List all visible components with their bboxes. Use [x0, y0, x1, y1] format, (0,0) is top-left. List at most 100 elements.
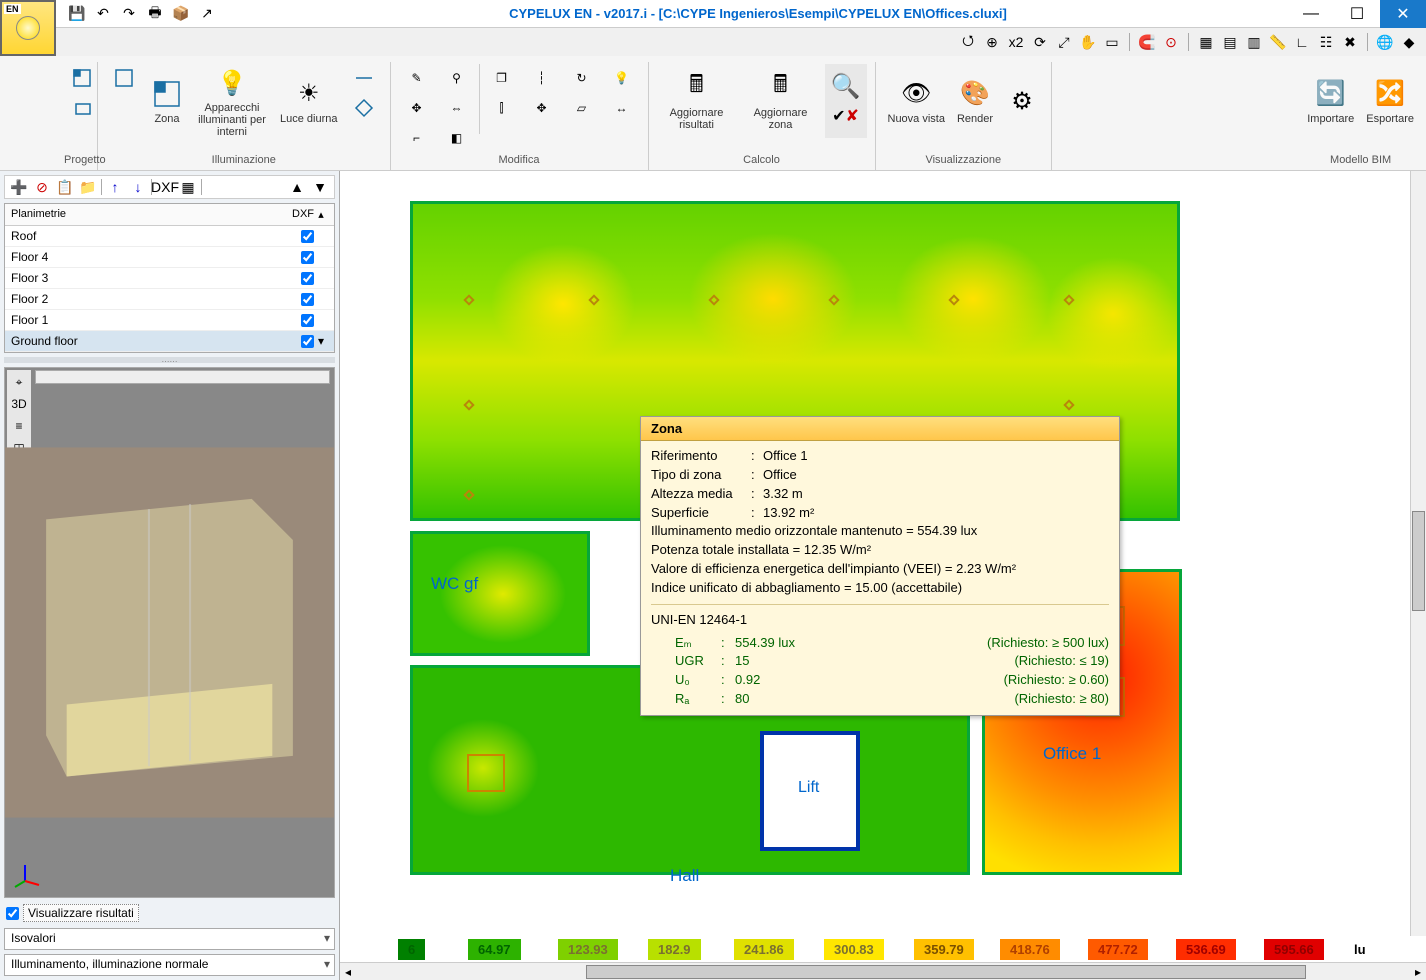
project-full-icon[interactable]: [64, 64, 100, 92]
plan-canvas[interactable]: Dining room WC gf: [340, 171, 1426, 962]
apparecchi-button[interactable]: 💡 Apparecchi illuminanti per interni: [192, 64, 272, 140]
add-icon[interactable]: ➕: [9, 177, 29, 197]
info-icon[interactable]: ◆: [1398, 31, 1420, 53]
group-progetto: Progetto: [64, 152, 89, 168]
planimetrie-row[interactable]: Floor 3: [5, 268, 334, 289]
combo-illuminamento[interactable]: Illuminamento, illuminazione normale: [4, 954, 335, 976]
target-icon[interactable]: ⊕: [981, 31, 1003, 53]
close-button[interactable]: ✕: [1380, 0, 1426, 28]
luce-diurna-button[interactable]: ☀ Luce diurna: [276, 64, 342, 138]
refresh-icon[interactable]: ⟳: [1029, 31, 1051, 53]
zone-lift: Lift: [798, 779, 819, 797]
combo-isovalori[interactable]: Isovalori: [4, 928, 335, 950]
delete-icon[interactable]: ⊘: [32, 177, 52, 197]
app-icon[interactable]: [0, 0, 56, 56]
move4-icon[interactable]: ✥: [524, 94, 560, 122]
project-view-icon[interactable]: [64, 94, 100, 122]
tools-icon[interactable]: ✖: [1339, 31, 1361, 53]
bulb-small-icon[interactable]: 💡: [604, 64, 640, 92]
collapse-up-icon[interactable]: ▲: [287, 177, 307, 197]
stretch-icon[interactable]: ⇔: [439, 94, 475, 122]
project-empty-icon[interactable]: [106, 64, 142, 92]
tooltip-title: Zona: [641, 417, 1119, 441]
pencil-icon[interactable]: ✎: [399, 64, 435, 92]
line-icon[interactable]: [346, 64, 382, 92]
zona-button[interactable]: Zona: [146, 64, 188, 138]
settings-button[interactable]: ⚙: [1001, 64, 1043, 138]
measure-icon[interactable]: ↔: [604, 94, 640, 122]
polygon-icon[interactable]: [346, 94, 382, 122]
shear-icon[interactable]: ▱: [564, 94, 600, 122]
visualizzare-risultati-checkbox[interactable]: [6, 907, 19, 920]
ruler-icon[interactable]: 📏: [1267, 31, 1289, 53]
planimetrie-row[interactable]: Floor 4: [5, 247, 334, 268]
snap-point-icon[interactable]: ⊙: [1160, 31, 1182, 53]
dxf-checkbox[interactable]: [301, 314, 314, 327]
dxf-checkbox[interactable]: [301, 293, 314, 306]
move-down-icon[interactable]: ↓: [128, 177, 148, 197]
dxf-checkbox[interactable]: [301, 251, 314, 264]
folder-icon[interactable]: 📁: [78, 177, 98, 197]
group-visualizzazione: Visualizzazione: [884, 152, 1044, 168]
redo-icon[interactable]: ↷: [118, 3, 140, 25]
grid-fine-icon[interactable]: ▤: [1219, 31, 1241, 53]
magnet-icon[interactable]: 🧲: [1136, 31, 1158, 53]
zoom-reset-icon[interactable]: x2: [1005, 31, 1027, 53]
esportare-button[interactable]: 🔀 Esportare: [1362, 64, 1418, 138]
dxf-header: DXF: [292, 208, 314, 221]
search-zone-button[interactable]: 🔍 ✔✘: [825, 64, 867, 138]
axis-value: 595.66: [1264, 939, 1324, 960]
nuova-vista-button[interactable]: 👁 Nuova vista: [884, 64, 949, 138]
print-icon[interactable]: 🖶: [144, 3, 166, 25]
aggiornare-risultati-button[interactable]: 🖩 Aggiornare risultati: [657, 64, 737, 138]
dxf-checkbox[interactable]: [301, 230, 314, 243]
save-icon[interactable]: 💾: [66, 3, 88, 25]
planimetrie-toolbar: ➕ ⊘ 📋 📁 ↑ ↓ DXF ▦ ▲ ▼: [4, 175, 335, 199]
zone-tooltip: Zona Riferimento:Office 1 Tipo di zona:O…: [640, 416, 1120, 716]
copy-icon[interactable]: ❐: [484, 64, 520, 92]
planimetrie-row[interactable]: Roof: [5, 226, 334, 247]
scroll-down-icon[interactable]: ▾: [314, 334, 328, 348]
orbit-icon[interactable]: ⭯: [957, 31, 979, 53]
copy-plan-icon[interactable]: 📋: [55, 177, 75, 197]
mirror-v-icon[interactable]: ⫿: [484, 94, 520, 122]
divide-icon[interactable]: ┆: [524, 64, 560, 92]
corner-icon[interactable]: ⌐: [399, 124, 435, 152]
preview-3d[interactable]: ⌖ 3D ≡ ◫: [4, 367, 335, 898]
eraser-icon[interactable]: ◧: [439, 124, 475, 152]
splitter[interactable]: ⋯⋯: [4, 357, 335, 363]
aggiornare-zona-button[interactable]: 🖩 Aggiornare zona: [741, 64, 821, 138]
layers-icon[interactable]: ▥: [1243, 31, 1265, 53]
help-icon[interactable]: 🌐: [1374, 31, 1396, 53]
pan-icon[interactable]: ✋: [1077, 31, 1099, 53]
planimetrie-row[interactable]: Ground floor▾: [5, 331, 334, 352]
planimetrie-row[interactable]: Floor 2: [5, 289, 334, 310]
dxf-checkbox[interactable]: [301, 272, 314, 285]
maximize-button[interactable]: ☐: [1334, 0, 1380, 28]
axis-value: 477.72: [1088, 939, 1148, 960]
scroll-up-icon[interactable]: ▴: [314, 208, 328, 221]
pattern-icon[interactable]: ☷: [1315, 31, 1337, 53]
rotate-icon[interactable]: ↻: [564, 64, 600, 92]
export-icon[interactable]: 📦: [170, 3, 192, 25]
select-icon[interactable]: ▭: [1101, 31, 1123, 53]
move-icon[interactable]: ✥: [399, 94, 435, 122]
undo-icon[interactable]: ↶: [92, 3, 114, 25]
planimetrie-row[interactable]: Floor 1: [5, 310, 334, 331]
move-up-icon[interactable]: ↑: [105, 177, 125, 197]
grid-plan-icon[interactable]: ▦: [178, 177, 198, 197]
render-button[interactable]: 🎨 Render: [953, 64, 997, 138]
dxf-icon[interactable]: DXF: [155, 177, 175, 197]
canvas-vscroll[interactable]: [1410, 171, 1426, 936]
grid-icon[interactable]: ▦: [1195, 31, 1217, 53]
minimize-button[interactable]: —: [1288, 0, 1334, 28]
anchor-icon[interactable]: ⚲: [439, 64, 475, 92]
importare-button[interactable]: 🔄 Importare: [1303, 64, 1358, 138]
dxf-checkbox[interactable]: [301, 335, 314, 348]
external-icon[interactable]: ↗: [196, 3, 218, 25]
zoom-out-icon[interactable]: ⤢: [1053, 31, 1075, 53]
collapse-down-icon[interactable]: ▼: [310, 177, 330, 197]
angle-icon[interactable]: ∟: [1291, 31, 1313, 53]
axis-value: 300.83: [824, 939, 884, 960]
canvas-hscroll[interactable]: ◂ ▸: [340, 962, 1426, 980]
